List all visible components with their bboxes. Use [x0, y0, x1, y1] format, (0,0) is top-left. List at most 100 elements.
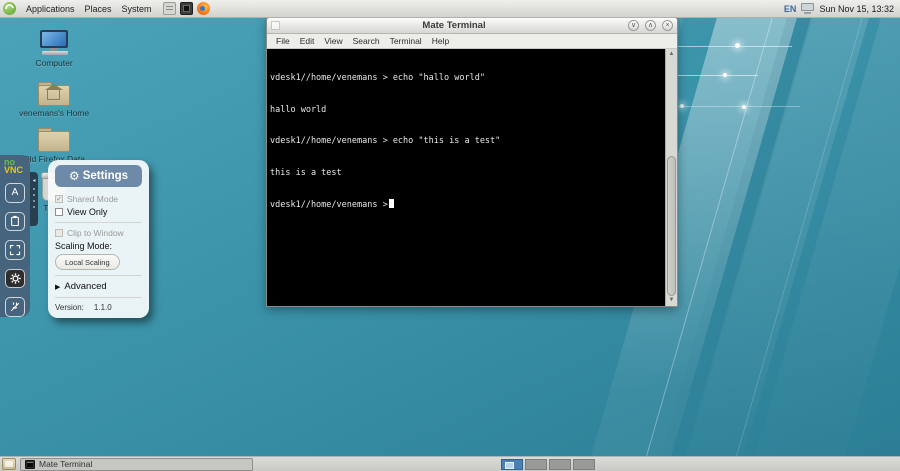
gear-icon	[9, 272, 22, 285]
terminal-line: hallo world	[270, 105, 665, 116]
scaling-mode-select[interactable]: Local Scaling	[55, 254, 120, 270]
check-icon: ✓	[56, 196, 62, 203]
show-desktop-button[interactable]	[2, 458, 16, 470]
clip-to-window-label: Clip to Window	[67, 228, 124, 238]
fullscreen-icon	[9, 244, 21, 256]
maximize-button[interactable]: ∧	[645, 20, 656, 31]
window-title: Mate Terminal	[280, 20, 628, 31]
settings-button[interactable]	[5, 269, 25, 289]
screen: Computer venemans's Home Old Firefox Dat…	[0, 0, 900, 471]
gear-icon: ⚙	[69, 169, 80, 183]
clip-to-window-checkbox[interactable]	[55, 229, 63, 237]
terminal-prompt-line: vdesk1//home/venemans >	[270, 199, 665, 211]
menu-help[interactable]: Help	[427, 36, 454, 46]
firefox-launcher-icon[interactable]	[197, 2, 210, 15]
terminal-titlebar[interactable]: Mate Terminal ∨ ∧ ×	[267, 18, 677, 34]
collapse-arrow-icon: ◂	[32, 178, 35, 184]
terminal-task-icon	[25, 460, 35, 469]
view-only-row: View Only	[55, 207, 142, 217]
extra-keys-button[interactable]: A	[5, 183, 25, 203]
terminal-launcher-icon[interactable]	[180, 2, 193, 15]
expand-arrow-icon: ▶	[55, 283, 60, 291]
folder-icon	[38, 128, 70, 152]
terminal-window: Mate Terminal ∨ ∧ × File Edit View Searc…	[266, 17, 678, 307]
workspace-2[interactable]	[525, 459, 547, 470]
version-row: Version: 1.1.0	[55, 303, 142, 312]
mate-menu-icon[interactable]	[3, 2, 16, 15]
minimize-button[interactable]: ∨	[628, 20, 639, 31]
wallpaper-dot	[723, 73, 727, 77]
terminal-line: vdesk1//home/venemans >	[270, 200, 388, 210]
disconnect-button[interactable]	[5, 297, 25, 317]
workspace-3[interactable]	[549, 459, 571, 470]
close-button[interactable]: ×	[662, 20, 673, 31]
terminal-scrollbar[interactable]: ▲ ▼	[665, 49, 677, 306]
app-launcher-icon[interactable]	[163, 2, 176, 15]
workspace-1[interactable]	[501, 459, 523, 470]
menu-search[interactable]: Search	[348, 36, 385, 46]
top-panel: Applications Places System EN Sun Nov 15…	[0, 0, 900, 18]
terminal-output[interactable]: vdesk1//home/venemans > echo "hallo worl…	[267, 49, 665, 306]
scroll-up-icon[interactable]: ▲	[666, 49, 677, 60]
scroll-down-icon[interactable]: ▼	[666, 295, 677, 306]
menu-file[interactable]: File	[271, 36, 295, 46]
terminal-line: vdesk1//home/venemans > echo "hallo worl…	[270, 73, 665, 84]
window-icon	[271, 21, 280, 30]
desktop-icon-home[interactable]: venemans's Home	[18, 82, 90, 118]
window-controls: ∨ ∧ ×	[628, 20, 673, 31]
desktop-icon-computer[interactable]: Computer	[18, 30, 90, 68]
keyboard-layout-indicator[interactable]: EN	[784, 4, 797, 14]
shared-mode-label: Shared Mode	[67, 194, 118, 204]
menu-terminal[interactable]: Terminal	[385, 36, 427, 46]
clipboard-button[interactable]	[5, 212, 25, 232]
divider	[55, 297, 142, 298]
shared-mode-row: ✓ Shared Mode	[55, 194, 142, 204]
terminal-cursor	[389, 199, 394, 208]
panel-tray: EN Sun Nov 15, 13:32	[784, 3, 900, 14]
advanced-toggle[interactable]: ▶ Advanced	[55, 281, 142, 292]
desktop-icon-label: venemans's Home	[19, 108, 89, 118]
computer-icon	[38, 30, 70, 56]
shared-mode-checkbox[interactable]: ✓	[55, 195, 63, 203]
novnc-settings-panel: ⚙ Settings ✓ Shared Mode View Only Clip …	[48, 160, 149, 318]
wallpaper-dot	[742, 105, 746, 109]
clock[interactable]: Sun Nov 15, 13:32	[819, 4, 894, 14]
wallpaper-line	[672, 46, 792, 47]
menu-edit[interactable]: Edit	[295, 36, 320, 46]
terminal-menubar: File Edit View Search Terminal Help	[267, 34, 677, 49]
menu-applications[interactable]: Applications	[21, 2, 80, 16]
menu-system[interactable]: System	[117, 2, 157, 16]
bottom-panel: Mate Terminal	[0, 456, 900, 471]
terminal-line: this is a test	[270, 168, 665, 179]
novnc-control-bar: no VNC A	[0, 155, 30, 317]
novnc-logo: no VNC	[4, 158, 26, 174]
terminal-line: vdesk1//home/venemans > echo "this is a …	[270, 136, 665, 147]
scaling-mode-label: Scaling Mode:	[55, 241, 142, 251]
menu-view[interactable]: View	[319, 36, 347, 46]
desktop-icon-label: Computer	[35, 58, 72, 68]
view-only-checkbox[interactable]	[55, 208, 63, 216]
menu-places[interactable]: Places	[80, 2, 117, 16]
scrollbar-thumb[interactable]	[667, 156, 676, 296]
clipboard-icon	[9, 215, 21, 227]
wallpaper-dot	[680, 104, 684, 108]
panel-launchers	[163, 2, 210, 15]
wallpaper-line	[672, 75, 758, 76]
view-only-label: View Only	[67, 207, 107, 217]
settings-header: ⚙ Settings	[55, 165, 142, 187]
taskbar-window-button[interactable]: Mate Terminal	[20, 458, 253, 471]
novnc-logo-vnc: VNC	[4, 166, 26, 174]
divider	[55, 275, 142, 276]
fullscreen-button[interactable]	[5, 240, 25, 260]
version-label: Version:	[55, 303, 84, 312]
home-folder-icon	[38, 82, 70, 106]
disconnect-icon	[9, 301, 21, 313]
display-tray-icon[interactable]	[801, 3, 814, 14]
workspace-4[interactable]	[573, 459, 595, 470]
keyboard-a-icon: A	[12, 187, 19, 198]
taskbar-window-label: Mate Terminal	[39, 459, 92, 469]
wallpaper-dot	[735, 43, 740, 48]
novnc-bar-handle[interactable]: ◂	[30, 172, 38, 226]
workspace-switcher	[501, 459, 595, 470]
settings-title: Settings	[83, 170, 128, 182]
